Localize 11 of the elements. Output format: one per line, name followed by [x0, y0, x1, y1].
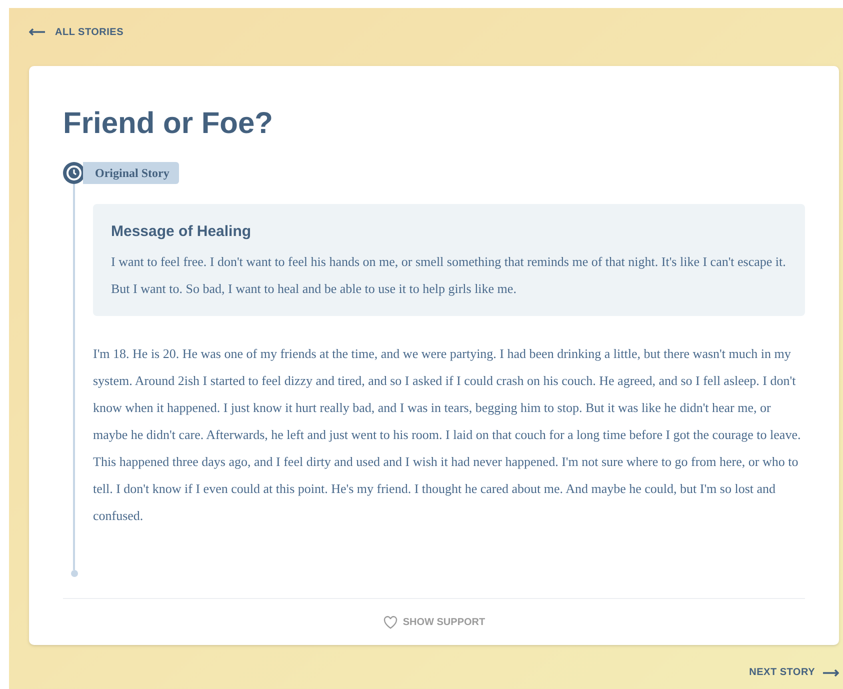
show-support-button[interactable]: SHOW SUPPORT	[382, 614, 486, 630]
back-link[interactable]: ALL STORIES	[29, 24, 823, 40]
story-title: Friend or Foe?	[63, 106, 274, 142]
next-link[interactable]: NEXT STORY	[749, 665, 839, 680]
heart-icon	[382, 616, 398, 628]
story-text: I'm 18. He is 20. He was one of my friends at the time, and we were partying. I had been drinking a little, but there wasn't much in my system. Around 2ish I started to feel dizzy and tired, and so I asked if I could crash on his couch. He agreed, and so I fell asleep. I don't know when it happened. I just know it hurt really bad, and I was in tears, begging him to stop. But it was like he didn't hear me, or maybe he didn't care. Afterwards, he left and just went to his room. I laid on that couch for a long time before I got the courage to leave. This happened three days ago, and I feel dirty and used and I wish it had never happened. I'm not sure where to go from here, or who to tell. I don't know if I even could at this point. He's my friend. I thought he cared about me. And maybe he could, but I'm so lost and confused.	[93, 345, 802, 525]
message-text: I want to feel free. I don't want to feel his hands on me, or smell something that reminds me of that night. It's like I can't escape it. But I want to. So bad, I want to heal and be able to use it to help girls like me.	[111, 253, 787, 298]
message-heading: Message of Healing	[111, 222, 252, 242]
timeline-badge: Original Story	[83, 162, 180, 184]
arrow-right-icon	[823, 668, 839, 676]
arrow-left-icon	[29, 28, 45, 36]
